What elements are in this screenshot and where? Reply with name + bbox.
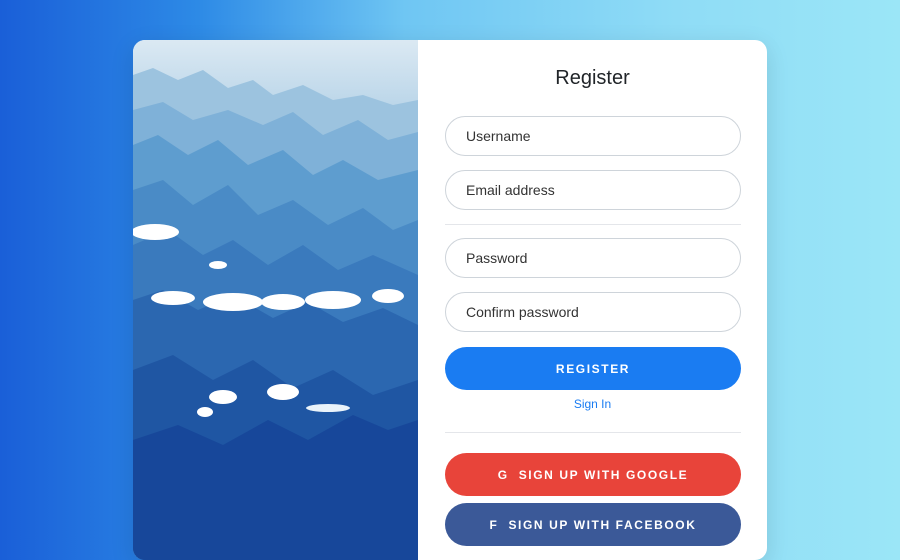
divider [445,224,741,225]
sign-in-link[interactable]: Sign In [418,397,767,411]
facebook-icon: f [489,517,499,532]
register-button[interactable]: REGISTER [445,347,741,390]
facebook-signup-button[interactable]: f SIGN UP WITH FACEBOOK [445,503,741,546]
confirm-password-input[interactable] [445,292,741,332]
divider [445,432,741,433]
password-input[interactable] [445,238,741,278]
facebook-signup-label: SIGN UP WITH FACEBOOK [508,517,697,532]
form-title: Register [555,67,630,89]
register-card: Register REGISTER Sign In G SIGN UP WITH… [133,40,767,560]
username-input[interactable] [445,116,741,156]
google-signup-button[interactable]: G SIGN UP WITH GOOGLE [445,453,741,496]
register-form: Register REGISTER Sign In G SIGN UP WITH… [418,40,767,560]
mountain-image [133,40,418,560]
google-signup-label: SIGN UP WITH GOOGLE [518,467,689,482]
register-button-label: REGISTER [555,361,631,376]
email-input[interactable] [445,170,741,210]
google-icon: G [497,467,509,482]
